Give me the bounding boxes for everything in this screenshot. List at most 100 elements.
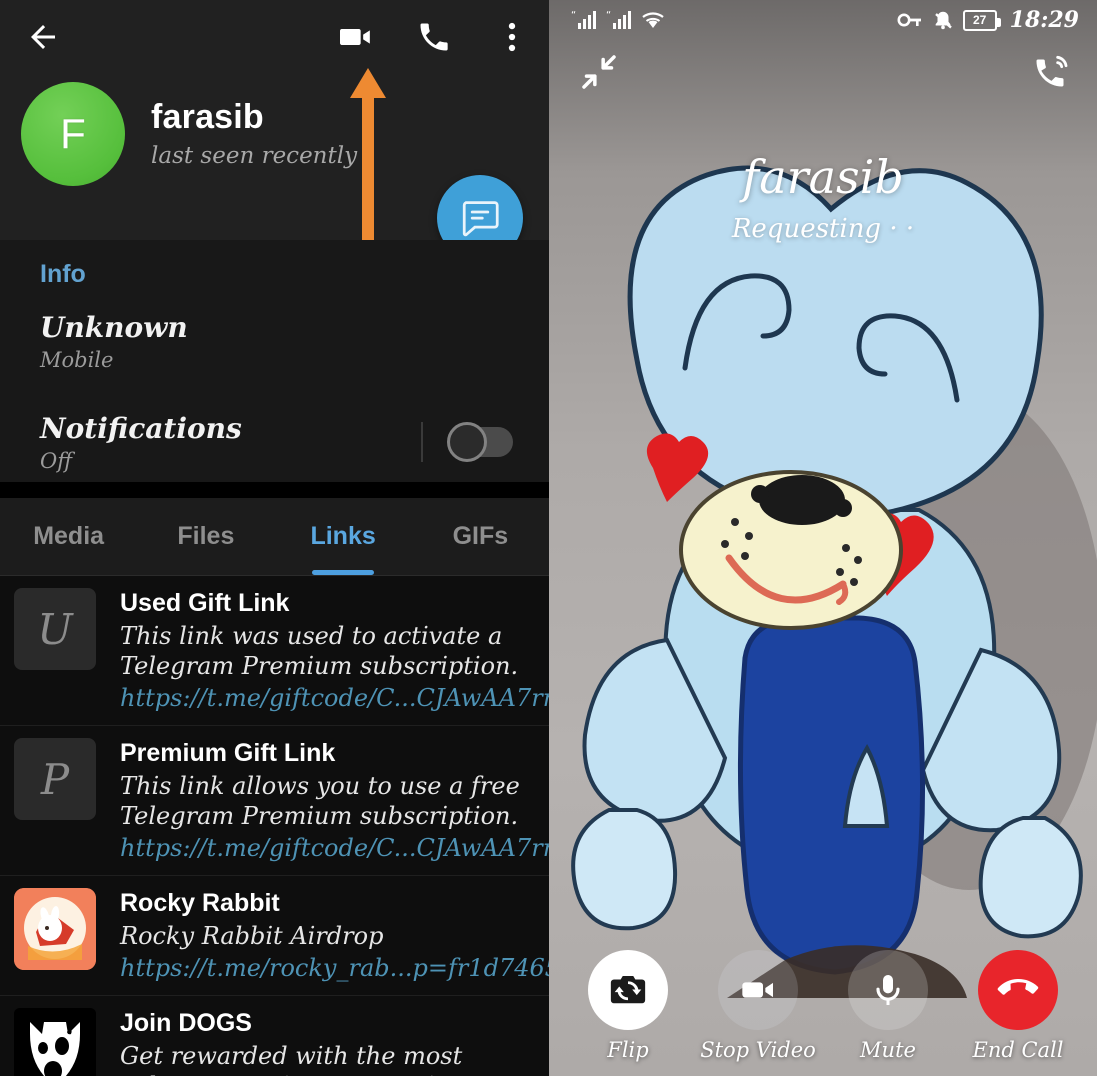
minimize-call-button[interactable]	[579, 52, 619, 97]
overflow-menu-button[interactable]	[489, 14, 535, 60]
video-camera-icon	[742, 982, 773, 998]
notifications-toggle[interactable]	[447, 422, 513, 462]
phone-icon	[420, 23, 448, 51]
call-contact-name: farasib	[742, 150, 904, 204]
info-section-title: Info	[40, 260, 86, 288]
link-description: This link allows you to use a free Teleg…	[120, 772, 520, 830]
status-right-icons: 27 18:29	[897, 7, 1079, 33]
dog-avatar-icon	[14, 1008, 96, 1076]
flip-camera-circle	[588, 950, 668, 1030]
info-row-notifications[interactable]: Notifications Off	[0, 372, 549, 473]
flip-camera-label: Flip	[607, 1038, 649, 1062]
call-top-bar	[549, 52, 1097, 97]
video-camera-icon	[340, 29, 370, 45]
link-text-block: Premium Gift Link This link allows you t…	[120, 738, 549, 863]
end-call-label: End Call	[972, 1038, 1064, 1062]
link-url[interactable]: https://t.me/giftcode/C...CJAwAA7rrkTIZb…	[120, 833, 549, 863]
telegram-profile-panel: F farasib last seen recently Info Unknow…	[0, 0, 549, 1076]
divider	[421, 422, 423, 462]
profile-identity: F farasib last seen recently	[0, 82, 357, 186]
battery-level: 27	[972, 13, 987, 27]
link-url[interactable]: https://t.me/rocky_rab...p=fr1d746534988…	[120, 953, 549, 983]
back-button[interactable]	[22, 16, 64, 58]
list-item[interactable]: P Premium Gift Link This link allows you…	[0, 726, 549, 876]
info-section: Info Unknown Mobile Notifications Off	[0, 240, 549, 482]
status-left-icons: “ “	[571, 9, 665, 31]
android-status-bar: “ “ 27 18:29	[549, 0, 1097, 40]
minimize-arrows-icon	[582, 55, 616, 89]
video-call-button[interactable]	[333, 14, 379, 60]
profile-toolbar	[0, 0, 549, 70]
link-description: Get rewarded with the most Telegram-nati…	[120, 1042, 463, 1076]
mute-label: Mute	[860, 1038, 916, 1062]
video-call-panel: “ “ 27 18:29 farasib Requesting · · Flip…	[549, 0, 1097, 1076]
link-title: Rocky Rabbit	[120, 889, 280, 917]
link-thumbnail	[14, 1008, 96, 1076]
call-identity: farasib Requesting · ·	[549, 150, 1097, 244]
profile-name-block: farasib last seen recently	[151, 98, 358, 169]
camera-flip-icon	[610, 976, 646, 1004]
bell-muted-icon	[934, 11, 952, 30]
switch-to-audio-button[interactable]	[1031, 52, 1071, 97]
stop-video-label: Stop Video	[700, 1038, 816, 1062]
wifi-icon	[642, 12, 664, 28]
tab-gifs[interactable]: GIFs	[412, 522, 549, 575]
link-text-block: Used Gift Link This link was used to act…	[120, 588, 549, 713]
link-url[interactable]: https://t.me/giftcode/C...CJAwAA7rrkTIZb…	[120, 683, 549, 713]
stop-video-circle	[718, 950, 798, 1030]
end-call-circle	[978, 950, 1058, 1030]
call-status: Requesting · ·	[731, 214, 915, 244]
stop-video-button[interactable]: Stop Video	[698, 950, 818, 1062]
message-icon	[462, 201, 499, 237]
list-item[interactable]: U Used Gift Link This link was used to a…	[0, 576, 549, 726]
status-clock: 18:29	[1009, 7, 1079, 33]
link-text-block: Rocky Rabbit Rocky Rabbit Airdrop https:…	[120, 888, 549, 983]
avatar[interactable]: F	[21, 82, 125, 186]
info-row-phone[interactable]: Unknown Mobile	[0, 289, 549, 372]
page-title: farasib	[151, 98, 264, 137]
link-thumbnail: P	[14, 738, 96, 820]
flip-camera-button[interactable]: Flip	[568, 950, 688, 1062]
voice-call-button[interactable]	[411, 14, 457, 60]
mute-button[interactable]: Mute	[828, 950, 948, 1062]
link-description: This link was used to activate a Telegra…	[120, 622, 519, 680]
signal-bars-icon: “	[571, 10, 596, 29]
link-title: Used Gift Link	[120, 589, 290, 617]
link-description: Rocky Rabbit Airdrop	[120, 922, 384, 950]
tab-files[interactable]: Files	[137, 522, 274, 575]
microphone-icon	[876, 975, 900, 1005]
end-call-button[interactable]: End Call	[958, 950, 1078, 1062]
info-phone-label: Mobile	[40, 348, 114, 372]
profile-header: F farasib last seen recently	[0, 0, 549, 268]
svg-text:“: “	[606, 10, 611, 21]
link-thumbnail: U	[14, 588, 96, 670]
app-screenshot: F farasib last seen recently Info Unknow…	[0, 0, 1097, 1076]
list-item[interactable]: Join DOGS Get rewarded with the most Tel…	[0, 996, 549, 1076]
toolbar-actions	[333, 14, 535, 60]
rabbit-avatar-icon	[14, 888, 96, 970]
battery-icon: 27	[962, 9, 1001, 31]
link-text-block: Join DOGS Get rewarded with the most Tel…	[120, 1008, 549, 1076]
list-item[interactable]: Rocky Rabbit Rocky Rabbit Airdrop https:…	[0, 876, 549, 996]
phone-ring-icon	[1036, 55, 1068, 87]
signal-bars-icon: “	[606, 10, 631, 29]
arrow-left-icon	[31, 25, 55, 49]
link-title: Premium Gift Link	[120, 739, 336, 767]
toggle-knob	[447, 422, 487, 462]
call-controls: Flip Stop Video Mute End Call	[549, 950, 1097, 1068]
svg-text:“: “	[571, 10, 576, 21]
phone-hangup-icon	[997, 979, 1039, 995]
links-list: U Used Gift Link This link was used to a…	[0, 576, 549, 1076]
last-seen-status: last seen recently	[151, 142, 358, 169]
section-divider	[0, 482, 549, 498]
info-phone-value: Unknown	[40, 311, 188, 344]
mute-circle	[848, 950, 928, 1030]
notifications-toggle-wrap	[421, 422, 513, 462]
tab-links[interactable]: Links	[275, 522, 412, 575]
tab-media[interactable]: Media	[0, 522, 137, 575]
shared-content-tabs: Media Files Links GIFs	[0, 498, 549, 576]
link-title: Join DOGS	[120, 1009, 252, 1037]
link-thumbnail	[14, 888, 96, 970]
key-icon	[897, 13, 921, 27]
more-vertical-icon	[508, 22, 516, 52]
